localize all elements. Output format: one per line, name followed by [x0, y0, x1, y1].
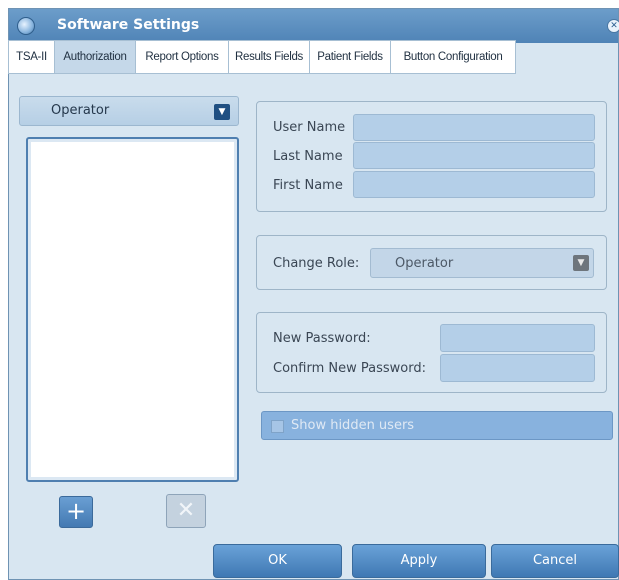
first-name-label: First Name [273, 178, 343, 193]
close-icon[interactable]: ✕ [607, 19, 619, 33]
new-password-field[interactable] [440, 324, 595, 352]
ok-button[interactable]: OK [213, 544, 342, 578]
tab-report-options[interactable]: Report Options [135, 40, 229, 74]
tab-patient-fields[interactable]: Patient Fields [309, 40, 391, 74]
show-hidden-users-checkbox[interactable] [271, 420, 284, 433]
user-list[interactable] [26, 137, 239, 482]
change-role-select[interactable]: Operator ▼ [370, 248, 594, 278]
change-role-value: Operator [395, 256, 454, 271]
add-user-button[interactable]: + [59, 496, 93, 528]
cancel-button[interactable]: Cancel [491, 544, 619, 578]
chevron-down-icon[interactable]: ▼ [214, 104, 230, 120]
last-name-field[interactable] [353, 142, 595, 169]
user-name-label: User Name [273, 120, 346, 135]
show-hidden-users-label: Show hidden users [291, 418, 415, 433]
role-filter-dropdown[interactable]: Operator ▼ [19, 96, 239, 126]
app-globe-icon [17, 17, 35, 35]
last-name-label: Last Name [273, 149, 343, 164]
apply-button[interactable]: Apply [352, 544, 486, 578]
chevron-down-icon[interactable]: ▼ [573, 255, 589, 271]
window-title: Software Settings [57, 17, 200, 33]
tab-tsa-ii[interactable]: TSA-II [8, 40, 55, 74]
tab-authorization[interactable]: Authorization [54, 40, 136, 74]
tab-bar: TSA-II Authorization Report Options Resu… [0, 40, 619, 74]
confirm-password-label: Confirm New Password: [273, 361, 426, 376]
delete-user-button[interactable]: ✕ [166, 494, 206, 528]
user-name-field[interactable] [353, 114, 595, 141]
first-name-field[interactable] [353, 171, 595, 198]
change-role-label: Change Role: [273, 256, 360, 271]
role-filter-value: Operator [51, 103, 110, 118]
tab-button-configuration[interactable]: Button Configuration [390, 40, 516, 74]
confirm-password-field[interactable] [440, 354, 595, 382]
new-password-label: New Password: [273, 331, 371, 346]
show-hidden-users-toggle[interactable]: Show hidden users [261, 411, 613, 440]
tab-results-fields[interactable]: Results Fields [228, 40, 310, 74]
title-bar[interactable]: Software Settings ✕ [9, 9, 619, 43]
